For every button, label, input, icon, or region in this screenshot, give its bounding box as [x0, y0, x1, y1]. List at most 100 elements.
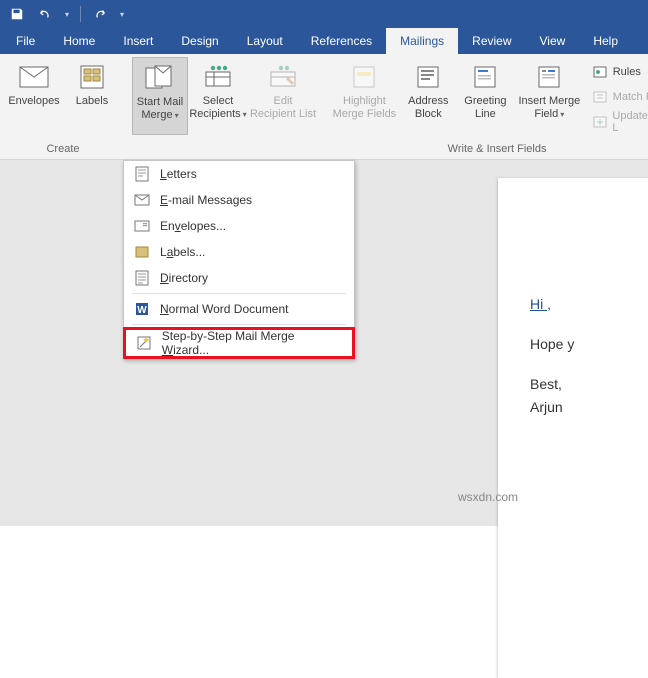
email-icon	[134, 192, 150, 208]
envelope-icon	[18, 61, 50, 93]
redo-icon[interactable]	[89, 3, 111, 25]
labels-icon	[76, 61, 108, 93]
start-mm-label2: Merge	[141, 109, 172, 121]
greeting-label1: Greeting	[464, 95, 506, 108]
match-fields-button[interactable]: Match Fi	[588, 86, 648, 108]
group-write-label: Write & Insert Fields	[448, 140, 547, 159]
select-recipients-button[interactable]: Select Recipients▾	[190, 57, 246, 135]
menu-separator	[132, 324, 346, 325]
tab-insert[interactable]: Insert	[109, 28, 167, 54]
select-recip-label1: Select	[203, 95, 234, 108]
tab-references[interactable]: References	[297, 28, 386, 54]
chevron-down-icon: ▾	[560, 110, 564, 119]
insert-field-label1: Insert Merge	[518, 95, 580, 108]
edit-recip-label1: Edit	[274, 95, 293, 108]
greeting-label2: Line	[475, 108, 496, 121]
menu-separator	[132, 293, 346, 294]
tab-home[interactable]: Home	[49, 28, 109, 54]
menu-normal-doc[interactable]: W Normal Word Document	[124, 296, 354, 322]
menu-labels[interactable]: Labels...	[124, 239, 354, 265]
menu-normal-label: Normal Word Document	[160, 302, 289, 316]
doc-name: Arjun	[530, 396, 648, 420]
write-small-buttons: Rules▾ Match Fi Update L	[586, 57, 648, 140]
address-block-button[interactable]: Address Block	[401, 57, 456, 135]
undo-icon[interactable]	[34, 3, 56, 25]
group-create-label: Create	[46, 140, 79, 159]
update-labels-icon	[592, 114, 608, 130]
start-mm-label1: Start Mail	[137, 96, 183, 109]
edit-recipient-list-button[interactable]: Edit Recipient List	[248, 57, 318, 135]
tab-mailings[interactable]: Mailings	[386, 28, 458, 54]
chevron-down-icon: ▾	[243, 110, 247, 119]
menu-envelopes[interactable]: Envelopes...	[124, 213, 354, 239]
qat-customize-caret-icon[interactable]: ▾	[117, 3, 127, 25]
menu-email[interactable]: E-mail Messages	[124, 187, 354, 213]
address-block-icon	[412, 61, 444, 93]
highlight-fields-button[interactable]: Highlight Merge Fields	[330, 57, 399, 135]
tab-layout[interactable]: Layout	[233, 28, 297, 54]
tab-review[interactable]: Review	[458, 28, 525, 54]
quick-access-toolbar: ▾ ▾	[0, 0, 648, 28]
svg-text:W: W	[137, 305, 147, 316]
match-fields-icon	[592, 89, 608, 105]
envelopes-label: Envelopes	[8, 95, 59, 108]
doc-signoff: Best,	[530, 373, 648, 397]
match-fields-label: Match Fi	[613, 91, 648, 103]
greeting-icon	[469, 61, 501, 93]
address-label1: Address	[408, 95, 448, 108]
rules-icon	[592, 64, 608, 80]
rules-button[interactable]: Rules▾	[588, 61, 648, 83]
highlight-label2: Merge Fields	[333, 108, 397, 121]
highlight-label1: Highlight	[343, 95, 386, 108]
menu-envelopes-label: Envelopes...	[160, 219, 226, 233]
doc-body: Hope y	[530, 333, 648, 357]
menu-letters-label: Letters	[160, 167, 197, 181]
insert-field-icon	[533, 61, 565, 93]
rules-label: Rules	[613, 66, 641, 78]
tab-help[interactable]: Help	[579, 28, 632, 54]
select-recip-label2: Recipients	[189, 108, 240, 120]
menu-highlight-box: Step-by-Step Mail Merge Wizard...	[123, 327, 355, 359]
menu-email-label: E-mail Messages	[160, 193, 252, 207]
document-page[interactable]: Hi , Hope y Best, Arjun	[498, 178, 648, 678]
menu-wizard-label: Step-by-Step Mail Merge Wizard...	[162, 329, 342, 357]
save-icon[interactable]	[6, 3, 28, 25]
labels-button[interactable]: Labels	[64, 57, 120, 135]
menu-wizard[interactable]: Step-by-Step Mail Merge Wizard...	[126, 330, 352, 356]
tab-view[interactable]: View	[526, 28, 580, 54]
directory-icon	[134, 270, 150, 286]
label-icon	[134, 244, 150, 260]
qat-separator	[80, 6, 81, 22]
ribbon-tabs: File Home Insert Design Layout Reference…	[0, 28, 648, 54]
start-mail-merge-button[interactable]: Start Mail Merge▾	[132, 57, 188, 135]
insert-field-label2: Field	[534, 108, 558, 120]
watermark: wsxdn.com	[458, 490, 518, 504]
group-create: Envelopes Labels Create	[0, 54, 126, 159]
menu-directory[interactable]: Directory	[124, 265, 354, 291]
edit-recip-label2: Recipient List	[250, 108, 316, 121]
undo-caret-icon[interactable]: ▾	[62, 3, 72, 25]
wizard-icon	[136, 335, 152, 351]
labels-label: Labels	[76, 95, 108, 108]
menu-letters[interactable]: Letters	[124, 161, 354, 187]
group-start-merge: Start Mail Merge▾ Select Recipients▾ Edi…	[126, 54, 324, 159]
highlight-icon	[348, 61, 380, 93]
edit-list-icon	[267, 61, 299, 93]
group-write-insert: Highlight Merge Fields Address Block Gre…	[324, 54, 648, 159]
mail-merge-icon	[144, 62, 176, 94]
start-mail-merge-menu: Letters E-mail Messages Envelopes... Lab…	[123, 160, 355, 359]
chevron-down-icon: ▾	[175, 111, 179, 120]
doc-greeting: Hi ,	[530, 293, 648, 317]
tab-design[interactable]: Design	[167, 28, 232, 54]
envelope-icon	[134, 218, 150, 234]
update-labels-button[interactable]: Update L	[588, 111, 648, 133]
letter-icon	[134, 166, 150, 182]
address-label2: Block	[415, 108, 442, 121]
insert-merge-field-button[interactable]: Insert Merge Field▾	[515, 57, 584, 135]
recipients-icon	[202, 61, 234, 93]
greeting-line-button[interactable]: Greeting Line	[458, 57, 513, 135]
tab-file[interactable]: File	[2, 28, 49, 54]
ribbon: Envelopes Labels Create Start Mail Merge…	[0, 54, 648, 160]
envelopes-button[interactable]: Envelopes	[6, 57, 62, 135]
menu-labels-label: Labels...	[160, 245, 205, 259]
